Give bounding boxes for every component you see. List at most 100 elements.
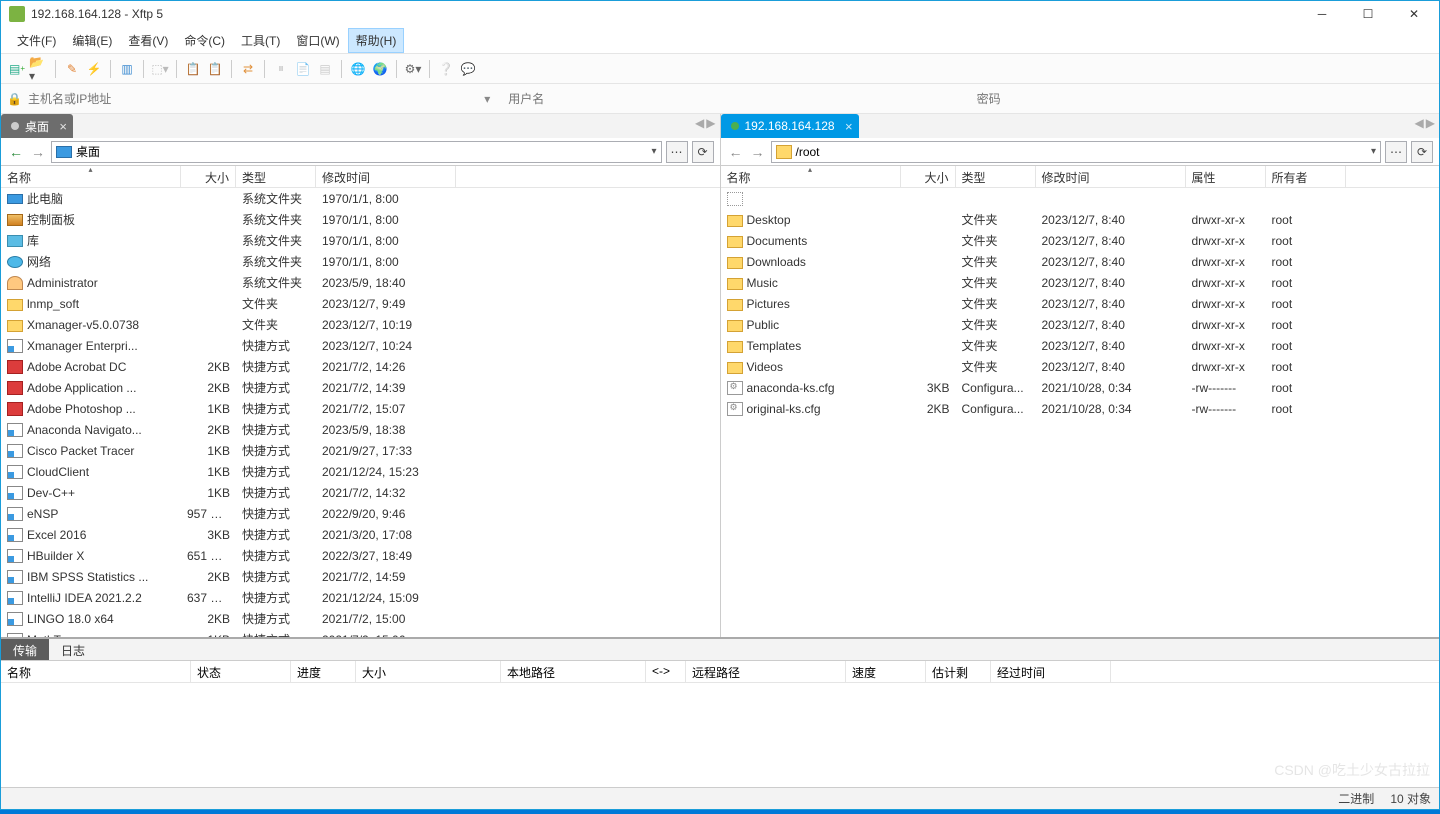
col-size[interactable]: 大小: [901, 166, 956, 187]
transfer-col[interactable]: 名称: [1, 661, 191, 682]
wand-button[interactable]: ⚡: [84, 59, 104, 79]
back-button[interactable]: ←: [7, 144, 25, 160]
back-button[interactable]: ←: [727, 144, 745, 160]
edit-button[interactable]: ✎: [62, 59, 82, 79]
file-row[interactable]: Videos文件夹2023/12/7, 8:40drwxr-xr-xroot: [721, 356, 1440, 377]
file-row[interactable]: original-ks.cfg2KBConfigura...2021/10/28…: [721, 398, 1440, 419]
menu-item[interactable]: 命令(C): [176, 28, 233, 53]
tab-next-icon[interactable]: ▶: [706, 116, 715, 130]
file-row[interactable]: Excel 20163KB快捷方式2021/3/20, 17:08: [1, 524, 720, 545]
file-row[interactable]: Pictures文件夹2023/12/7, 8:40drwxr-xr-xroot: [721, 293, 1440, 314]
refresh-button[interactable]: ⟳: [692, 141, 714, 163]
col-mtime[interactable]: 修改时间: [316, 166, 456, 187]
globe2-icon[interactable]: 🌍: [370, 59, 390, 79]
file-row[interactable]: CloudClient1KB快捷方式2021/12/24, 15:23: [1, 461, 720, 482]
transfer-col[interactable]: 大小: [356, 661, 501, 682]
log-tab[interactable]: 日志: [49, 639, 97, 660]
file-row[interactable]: Music文件夹2023/12/7, 8:40drwxr-xr-xroot: [721, 272, 1440, 293]
col-name[interactable]: 名称▴: [721, 166, 901, 187]
term-button[interactable]: ▤: [315, 59, 335, 79]
address-dropdown[interactable]: ▾: [484, 92, 496, 106]
globe1-icon[interactable]: 🌐: [348, 59, 368, 79]
file-row[interactable]: Downloads文件夹2023/12/7, 8:40drwxr-xr-xroo…: [721, 251, 1440, 272]
file-row[interactable]: Desktop文件夹2023/12/7, 8:40drwxr-xr-xroot: [721, 209, 1440, 230]
local-file-list[interactable]: 此电脑系统文件夹1970/1/1, 8:00控制面板系统文件夹1970/1/1,…: [1, 188, 720, 637]
remote-path[interactable]: /root▾: [771, 141, 1382, 163]
transfer-col[interactable]: 速度: [846, 661, 926, 682]
file-row[interactable]: 此电脑系统文件夹1970/1/1, 8:00: [1, 188, 720, 209]
open-button[interactable]: 📂▾: [29, 59, 49, 79]
pause-button[interactable]: ⏸: [271, 59, 291, 79]
close-icon[interactable]: ×: [845, 119, 853, 134]
file-row[interactable]: [721, 188, 1440, 209]
menu-item[interactable]: 查看(V): [120, 28, 176, 53]
menu-item[interactable]: 编辑(E): [64, 28, 120, 53]
file-row[interactable]: Xmanager-v5.0.0738文件夹2023/12/7, 10:19: [1, 314, 720, 335]
close-icon[interactable]: ×: [59, 119, 67, 134]
tab-prev-icon[interactable]: ◀: [695, 116, 704, 130]
file-row[interactable]: Xmanager Enterpri...快捷方式2023/12/7, 10:24: [1, 335, 720, 356]
col-mtime[interactable]: 修改时间: [1036, 166, 1186, 187]
file-row[interactable]: Adobe Acrobat DC2KB快捷方式2021/7/2, 14:26: [1, 356, 720, 377]
minimize-button[interactable]: ─: [1299, 1, 1345, 27]
file-row[interactable]: eNSP957 Bytes快捷方式2022/9/20, 9:46: [1, 503, 720, 524]
transfer-col[interactable]: 估计剩余...: [926, 661, 991, 682]
file-row[interactable]: Public文件夹2023/12/7, 8:40drwxr-xr-xroot: [721, 314, 1440, 335]
file-row[interactable]: anaconda-ks.cfg3KBConfigura...2021/10/28…: [721, 377, 1440, 398]
file-row[interactable]: HBuilder X651 Bytes快捷方式2022/3/27, 18:49: [1, 545, 720, 566]
file-row[interactable]: Templates文件夹2023/12/7, 8:40drwxr-xr-xroo…: [721, 335, 1440, 356]
maximize-button[interactable]: ☐: [1345, 1, 1391, 27]
transfer-button[interactable]: ⇄: [238, 59, 258, 79]
transfer-tab[interactable]: 传输: [1, 639, 49, 660]
address-input[interactable]: [28, 92, 478, 106]
tab-next-icon[interactable]: ▶: [1426, 116, 1435, 130]
up-button[interactable]: ⋯: [1385, 141, 1407, 163]
clip1-button[interactable]: 📋: [183, 59, 203, 79]
file-row[interactable]: Administrator系统文件夹2023/5/9, 18:40: [1, 272, 720, 293]
file-row[interactable]: LINGO 18.0 x642KB快捷方式2021/7/2, 15:00: [1, 608, 720, 629]
local-tab[interactable]: 桌面×: [1, 114, 73, 138]
file-row[interactable]: IntelliJ IDEA 2021.2.2637 Bytes快捷方式2021/…: [1, 587, 720, 608]
col-owner[interactable]: 所有者: [1266, 166, 1346, 187]
transfer-col[interactable]: 进度: [291, 661, 356, 682]
transfer-col[interactable]: <->: [646, 661, 686, 682]
refresh-button[interactable]: ⟳: [1411, 141, 1433, 163]
forward-button[interactable]: →: [749, 144, 767, 160]
transfer-col[interactable]: 经过时间: [991, 661, 1111, 682]
file-row[interactable]: Anaconda Navigato...2KB快捷方式2023/5/9, 18:…: [1, 419, 720, 440]
transfer-list[interactable]: [1, 683, 1439, 787]
username-input[interactable]: [502, 92, 964, 106]
transfer-col[interactable]: 远程路径: [686, 661, 846, 682]
file-row[interactable]: Documents文件夹2023/12/7, 8:40drwxr-xr-xroo…: [721, 230, 1440, 251]
clip2-button[interactable]: 📋: [205, 59, 225, 79]
col-name[interactable]: 名称▴: [1, 166, 181, 187]
menu-item[interactable]: 文件(F): [9, 28, 64, 53]
transfer-col[interactable]: 本地路径: [501, 661, 646, 682]
file-row[interactable]: 库系统文件夹1970/1/1, 8:00: [1, 230, 720, 251]
file-row[interactable]: Adobe Photoshop ...1KB快捷方式2021/7/2, 15:0…: [1, 398, 720, 419]
file-row[interactable]: lnmp_soft文件夹2023/12/7, 9:49: [1, 293, 720, 314]
transfer-col[interactable]: 状态: [191, 661, 291, 682]
prev-button[interactable]: ⬚▾: [150, 59, 170, 79]
menu-item[interactable]: 工具(T): [233, 28, 288, 53]
file-row[interactable]: Adobe Application ...2KB快捷方式2021/7/2, 14…: [1, 377, 720, 398]
file-row[interactable]: MathType1KB快捷方式2021/7/2, 15:06: [1, 629, 720, 637]
menu-item[interactable]: 帮助(H): [348, 28, 405, 53]
file-row[interactable]: 控制面板系统文件夹1970/1/1, 8:00: [1, 209, 720, 230]
tab-prev-icon[interactable]: ◀: [1415, 116, 1424, 130]
col-size[interactable]: 大小: [181, 166, 236, 187]
col-type[interactable]: 类型: [956, 166, 1036, 187]
settings-button[interactable]: ⚙▾: [403, 59, 423, 79]
remote-tab[interactable]: 192.168.164.128×: [721, 114, 859, 138]
col-attr[interactable]: 属性: [1186, 166, 1266, 187]
remote-file-list[interactable]: Desktop文件夹2023/12/7, 8:40drwxr-xr-xrootD…: [721, 188, 1440, 637]
copy-button[interactable]: 📄: [293, 59, 313, 79]
file-row[interactable]: IBM SPSS Statistics ...2KB快捷方式2021/7/2, …: [1, 566, 720, 587]
local-path[interactable]: 桌面▾: [51, 141, 662, 163]
up-button[interactable]: ⋯: [666, 141, 688, 163]
file-row[interactable]: Cisco Packet Tracer1KB快捷方式2021/9/27, 17:…: [1, 440, 720, 461]
close-button[interactable]: ✕: [1391, 1, 1437, 27]
chat-button[interactable]: 💬: [458, 59, 478, 79]
file-row[interactable]: Dev-C++1KB快捷方式2021/7/2, 14:32: [1, 482, 720, 503]
help-button[interactable]: ❔: [436, 59, 456, 79]
